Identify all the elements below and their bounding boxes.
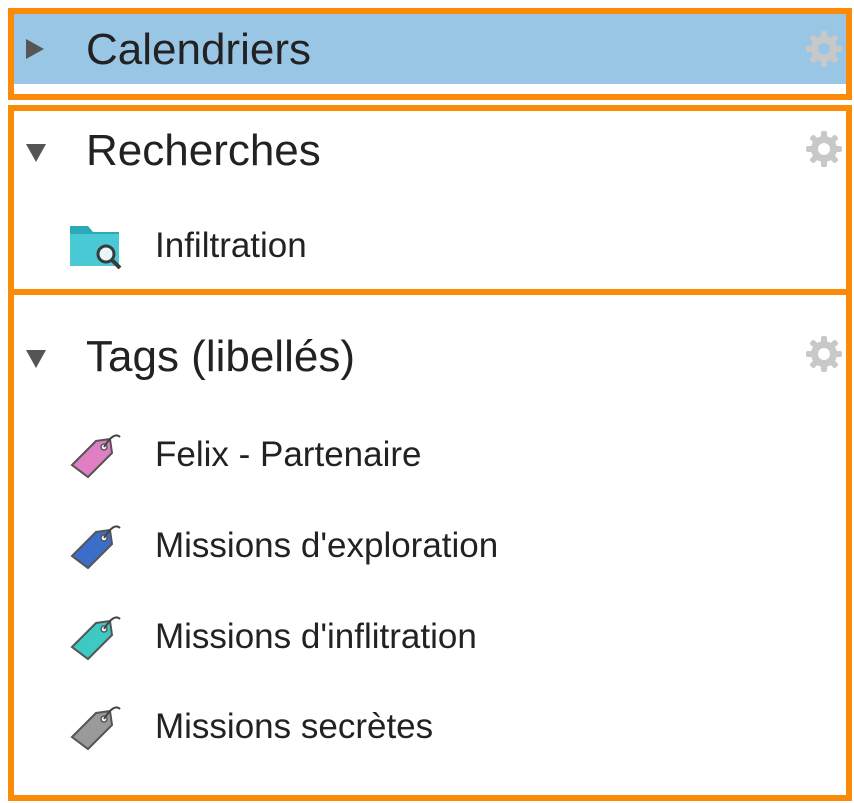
tag-item-label: Missions secrètes — [155, 707, 434, 746]
gear-icon[interactable] — [804, 334, 844, 374]
calendars-title: Calendriers — [86, 25, 311, 74]
searches-title: Recherches — [86, 126, 321, 175]
searches-section: Recherches Infiltration — [8, 105, 852, 300]
calendars-section: Calendriers — [8, 8, 852, 100]
tag-item-label: Missions d'inflitration — [155, 617, 477, 656]
expand-arrow-icon[interactable] — [26, 39, 44, 59]
tag-icon — [70, 616, 121, 661]
tags-header[interactable]: Tags (libellés) — [14, 305, 846, 405]
tag-icon — [70, 434, 121, 479]
search-folder-icon — [70, 226, 122, 270]
gear-icon[interactable] — [804, 129, 844, 169]
calendars-header[interactable]: Calendriers — [14, 14, 846, 84]
tags-title: Tags (libellés) — [86, 332, 355, 381]
collapse-arrow-icon[interactable] — [26, 350, 46, 368]
tag-icon — [70, 706, 121, 751]
tag-item-inflitration[interactable]: Missions d'inflitration — [14, 602, 846, 672]
tag-icon — [70, 525, 121, 570]
tag-item-felix[interactable]: Felix - Partenaire — [14, 420, 846, 490]
tags-section: Tags (libellés) Felix - Partenaire Missi — [8, 289, 852, 801]
tag-item-label: Felix - Partenaire — [155, 435, 422, 474]
gear-icon[interactable] — [804, 29, 844, 69]
search-item-infiltration[interactable]: Infiltration — [14, 211, 846, 281]
tag-item-exploration[interactable]: Missions d'exploration — [14, 511, 846, 581]
search-item-label: Infiltration — [155, 226, 307, 265]
searches-header[interactable]: Recherches — [14, 111, 846, 193]
collapse-arrow-icon[interactable] — [26, 144, 46, 162]
tag-item-label: Missions d'exploration — [155, 526, 499, 565]
tag-item-secretes[interactable]: Missions secrètes — [14, 692, 846, 762]
